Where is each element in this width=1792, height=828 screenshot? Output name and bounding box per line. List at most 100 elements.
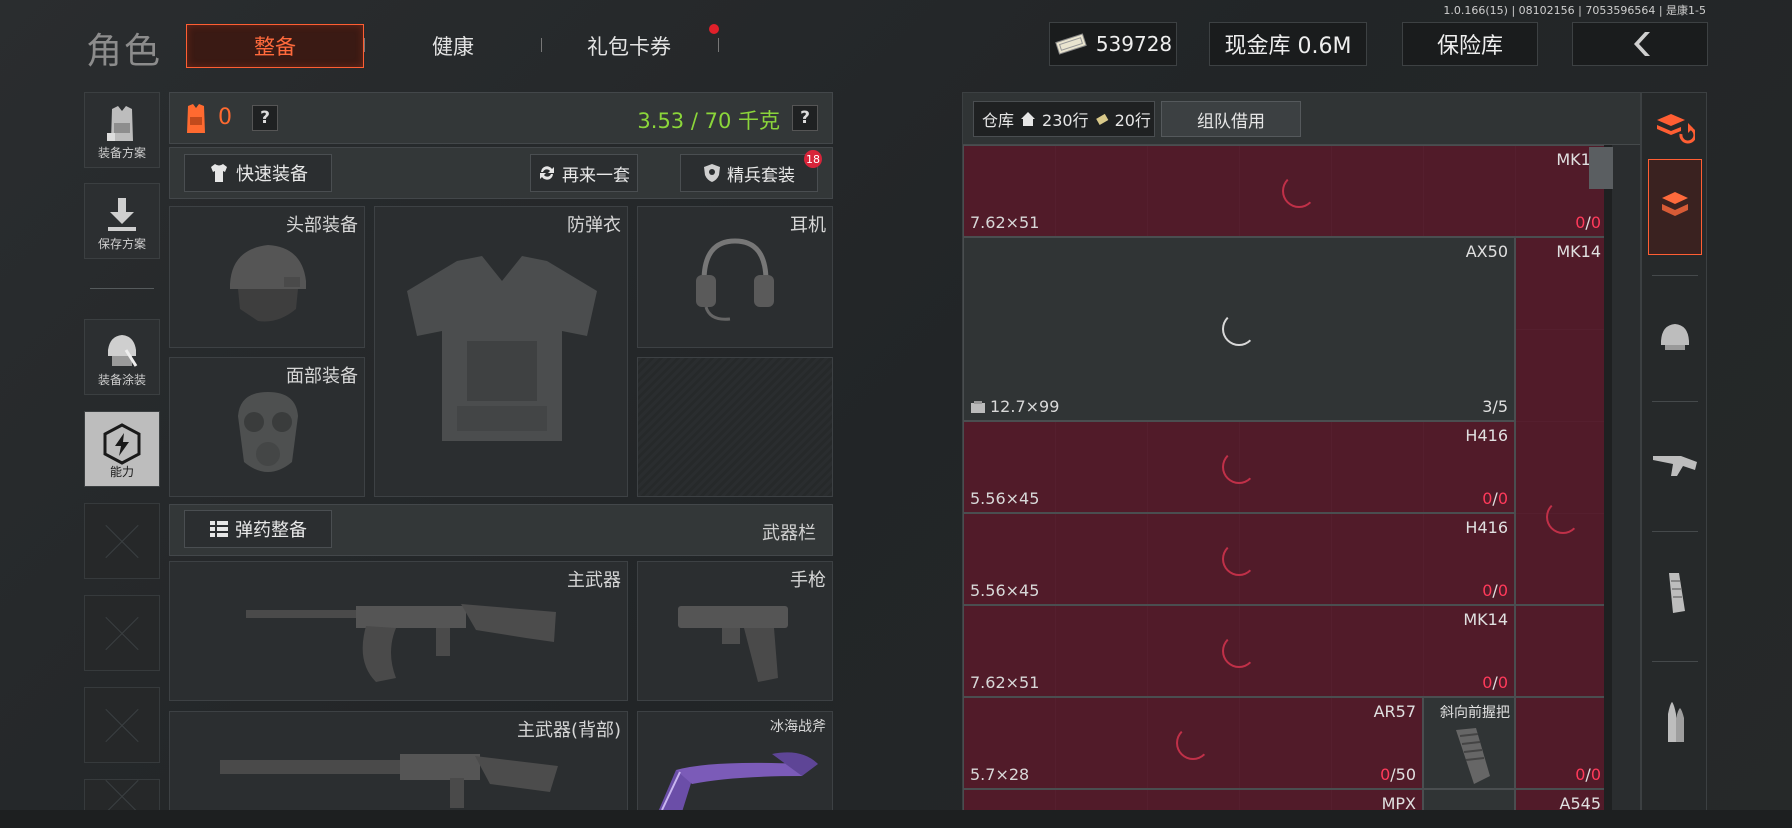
vest-icon	[107, 106, 133, 141]
page-title: 角色	[86, 31, 163, 72]
empty-ability-slot[interactable]	[84, 687, 160, 763]
empty-ability-slot[interactable]	[84, 503, 160, 579]
headset-icon	[696, 238, 774, 321]
loading-spinner	[1222, 542, 1256, 576]
elite-set-button[interactable]: 精兵套装	[680, 154, 818, 192]
ability-button[interactable]: 能力	[84, 411, 160, 487]
loading-spinner	[1222, 634, 1256, 668]
ammo-prepare-label: 弹药整备	[235, 520, 307, 541]
warehouse-item[interactable]: MPX	[963, 789, 1423, 811]
face-gear-slot[interactable]: 面部装备	[169, 357, 365, 497]
count-current: 0	[1575, 765, 1586, 784]
count-current: 0	[1575, 213, 1586, 232]
category-magazines[interactable]	[1648, 545, 1702, 641]
warehouse-item[interactable]: AX50 12.7×99 3/5	[963, 237, 1515, 421]
category-weapons[interactable]	[1648, 415, 1702, 511]
download-icon	[108, 198, 136, 231]
version-info: 1.0.166(15) | 08102156 | 7053596564 | 是康…	[1443, 4, 1706, 17]
save-plan-button[interactable]: 保存方案	[84, 183, 160, 259]
category-divider	[1652, 531, 1698, 532]
category-divider	[1652, 661, 1698, 662]
item-count: 3/5	[1482, 397, 1508, 416]
category-ammo[interactable]	[1648, 675, 1702, 771]
bullet-icon	[1668, 702, 1684, 742]
back-weapon-slot[interactable]: 主武器(背部)	[169, 711, 628, 812]
empty-gear-slot[interactable]	[637, 357, 833, 497]
ability-icon	[103, 423, 141, 465]
weapon-bar-label: 武器栏	[762, 523, 816, 544]
warehouse-item[interactable]: MK14 7.62×51 0/0	[963, 145, 1608, 237]
warehouse-panel: 仓库 230行 20行 组队借用 MK14 7.62×51 0/0 AX50 1…	[962, 92, 1641, 812]
weight-help-button[interactable]: ?	[792, 105, 818, 131]
category-gear[interactable]	[1648, 289, 1702, 385]
home-rows: 230行	[1042, 111, 1089, 130]
ammo-prepare-button[interactable]: 弹药整备	[184, 510, 332, 548]
warehouse-item[interactable]: A545	[1515, 789, 1608, 811]
back-button[interactable]	[1572, 22, 1708, 66]
tab-gift-cards[interactable]: 礼包卡券	[556, 24, 702, 68]
another-set-button[interactable]: 再来一套	[530, 154, 638, 192]
melee-slot[interactable]: 冰海战斧	[637, 711, 833, 812]
body-armor-slot[interactable]: 防弹衣	[374, 206, 628, 497]
help-text: ?	[800, 108, 810, 128]
head-gear-slot[interactable]: 头部装备	[169, 206, 365, 348]
warehouse-empty-cell[interactable]	[1423, 789, 1515, 811]
count-max: 0	[1590, 213, 1601, 232]
chevron-left-icon	[1634, 32, 1650, 56]
warehouse-item[interactable]: 0/0	[1515, 697, 1608, 789]
pistol-slot[interactable]: 手枪	[637, 561, 833, 701]
ticket-icon	[1095, 113, 1108, 125]
item-count: 0/0	[1575, 765, 1601, 784]
tab-label: 整备	[254, 35, 296, 59]
tab-health[interactable]: 健康	[380, 24, 526, 68]
safe-box-button[interactable]: 保险库	[1402, 22, 1538, 66]
empty-ability-slot[interactable]	[84, 595, 160, 671]
ticket-rows: 20行	[1114, 111, 1151, 130]
cash-vault-button[interactable]: 现金库 0.6M	[1209, 22, 1367, 66]
warehouse-item[interactable]: MK14	[1515, 237, 1608, 605]
warehouse-item[interactable]: H416 5.56×45 0/0	[963, 421, 1515, 513]
quick-equip-button[interactable]: 快速装备	[184, 154, 332, 192]
category-sort-refresh[interactable]	[1648, 97, 1702, 161]
save-plan-label: 保存方案	[97, 237, 146, 251]
item-name: AX50	[1465, 242, 1508, 261]
warehouse-scrollbar[interactable]	[1604, 145, 1612, 811]
item-count: 0/0	[1482, 489, 1508, 508]
item-caliber: 7.62×51	[970, 673, 1040, 692]
warehouse-label: 仓库	[982, 111, 1015, 130]
divider	[90, 288, 154, 289]
slot-label: 冰海战斧	[770, 719, 826, 735]
count-max: 0	[1590, 765, 1601, 784]
refresh-icon	[540, 166, 554, 180]
elite-count-badge: 18	[804, 150, 822, 168]
category-all[interactable]	[1648, 159, 1702, 255]
warehouse-item[interactable]: MK14 7.62×51 0/0	[963, 605, 1515, 697]
tab-prepare[interactable]: 整备	[186, 24, 364, 68]
caliber-text: 12.7×99	[990, 397, 1060, 416]
headset-slot[interactable]: 耳机	[637, 206, 833, 348]
help-button[interactable]: ?	[252, 105, 278, 131]
team-borrow-button[interactable]: 组队借用	[1161, 101, 1301, 137]
primary-weapon-slot[interactable]: 主武器	[169, 561, 628, 701]
loading-spinner	[1176, 726, 1210, 760]
loadout-plan-button[interactable]: 装备方案	[84, 92, 160, 168]
helmet-icon	[230, 245, 306, 322]
back-rifle-icon	[220, 754, 558, 808]
item-name: MK14	[1556, 242, 1601, 261]
warehouse-item[interactable]: 斜向前握把	[1423, 697, 1515, 789]
slot-label: 主武器	[567, 570, 621, 591]
warehouse-item[interactable]: AR57 5.7×28 0/50	[963, 697, 1423, 789]
warehouse-item[interactable]: H416 5.56×45 0/0	[963, 513, 1515, 605]
ammo-list-icon	[210, 521, 228, 537]
item-caliber: 5.7×28	[970, 765, 1030, 784]
empty-ability-slot[interactable]	[84, 779, 160, 813]
warehouse-capacity[interactable]: 仓库 230行 20行	[973, 101, 1155, 137]
tab-separator	[541, 38, 542, 52]
gear-paint-button[interactable]: 装备涂装	[84, 319, 160, 395]
body-armor-icon	[407, 256, 597, 441]
warehouse-empty-cell[interactable]	[1515, 605, 1608, 697]
slot-label: 防弹衣	[567, 215, 621, 236]
scrollbar-thumb[interactable]	[1589, 147, 1613, 189]
money-amount: 539728	[1095, 32, 1173, 56]
pistol-icon	[678, 606, 788, 682]
